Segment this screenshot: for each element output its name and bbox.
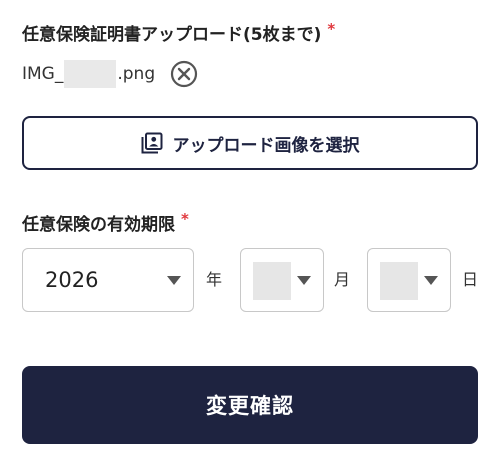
confirm-change-button-label: 変更確認 [206,394,294,418]
month-value-redaction [253,262,291,300]
upload-image-button[interactable]: アップロード画像を選択 [22,116,478,170]
day-value-redaction [380,262,418,300]
year-select-value: 2026 [45,268,99,292]
expiry-date-row: 2026 年 月 日 [0,248,500,312]
file-name-redaction [64,60,117,88]
uploaded-file-row: IMG_ .png [22,58,198,90]
required-mark: * [181,210,189,228]
insurance-upload-label-text: 任意保険証明書アップロード(5枚まで) [22,25,322,45]
image-upload-icon [141,132,163,154]
uploaded-file-name: IMG_ .png [22,60,155,88]
insurance-upload-label: 任意保険証明書アップロード(5枚まで) * [22,20,335,45]
day-unit-label: 日 [462,270,479,289]
upload-image-button-label: アップロード画像を選択 [172,135,360,156]
chevron-down-icon [167,276,181,285]
required-mark: * [327,20,336,38]
year-select[interactable]: 2026 [22,248,194,312]
confirm-change-button[interactable]: 変更確認 [22,366,478,444]
insurance-expiry-label: 任意保険の有効期限 * [22,210,189,235]
month-unit-label: 月 [334,270,351,289]
remove-file-button[interactable] [170,60,198,88]
year-unit-label: 年 [206,270,223,289]
file-name-prefix: IMG_ [22,64,64,84]
insurance-expiry-label-text: 任意保険の有効期限 [22,215,175,235]
month-select[interactable] [240,248,324,312]
chevron-down-icon [297,276,311,285]
day-select[interactable] [367,248,451,312]
close-circle-icon [171,60,198,88]
chevron-down-icon [424,276,438,285]
file-name-suffix: .png [117,64,156,84]
